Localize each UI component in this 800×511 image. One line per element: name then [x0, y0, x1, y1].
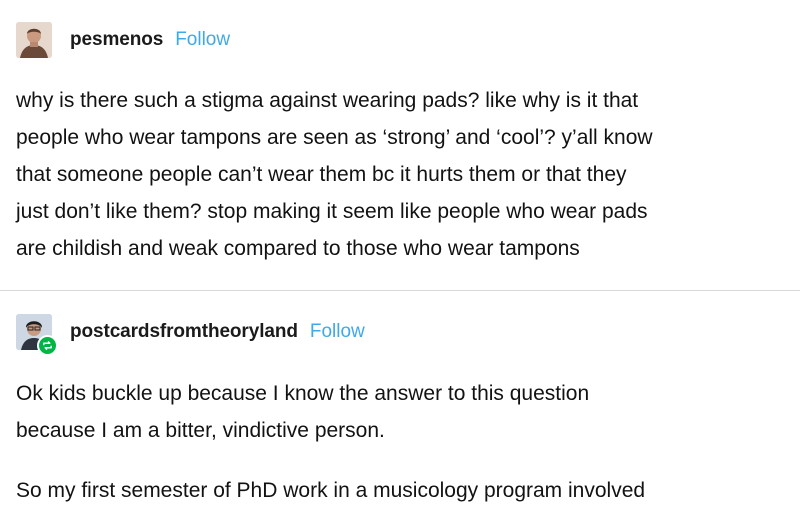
- post-text-line: because I am a bitter, vindictive person…: [16, 419, 385, 442]
- post-text-line: just don’t like them? stop making it see…: [16, 200, 648, 223]
- post-text-line: So my first semester of PhD work in a mu…: [16, 479, 646, 502]
- follow-button[interactable]: Follow: [175, 29, 230, 51]
- post-text-line: people who wear tampons are seen as ‘str…: [16, 126, 653, 149]
- post-text-line: why is there such a stigma against weari…: [16, 89, 639, 112]
- post-header: postcardsfromtheoryland Follow: [16, 312, 365, 356]
- post-username[interactable]: postcardsfromtheoryland: [70, 321, 298, 343]
- post-username[interactable]: pesmenos: [70, 29, 163, 51]
- post-divider: [0, 290, 800, 291]
- post-body: Ok kids buckle up because I know the ans…: [16, 375, 786, 509]
- avatar[interactable]: [16, 22, 52, 58]
- avatar[interactable]: [16, 314, 58, 356]
- post-header: pesmenos Follow: [16, 20, 230, 60]
- post-text-line: Ok kids buckle up because I know the ans…: [16, 382, 590, 405]
- follow-button[interactable]: Follow: [310, 321, 365, 343]
- reblog-icon: [37, 335, 58, 356]
- post-text-line: are childish and weak compared to those …: [16, 237, 580, 260]
- post-body: why is there such a stigma against weari…: [16, 82, 786, 267]
- post-text-line: that someone people can’t wear them bc i…: [16, 163, 627, 186]
